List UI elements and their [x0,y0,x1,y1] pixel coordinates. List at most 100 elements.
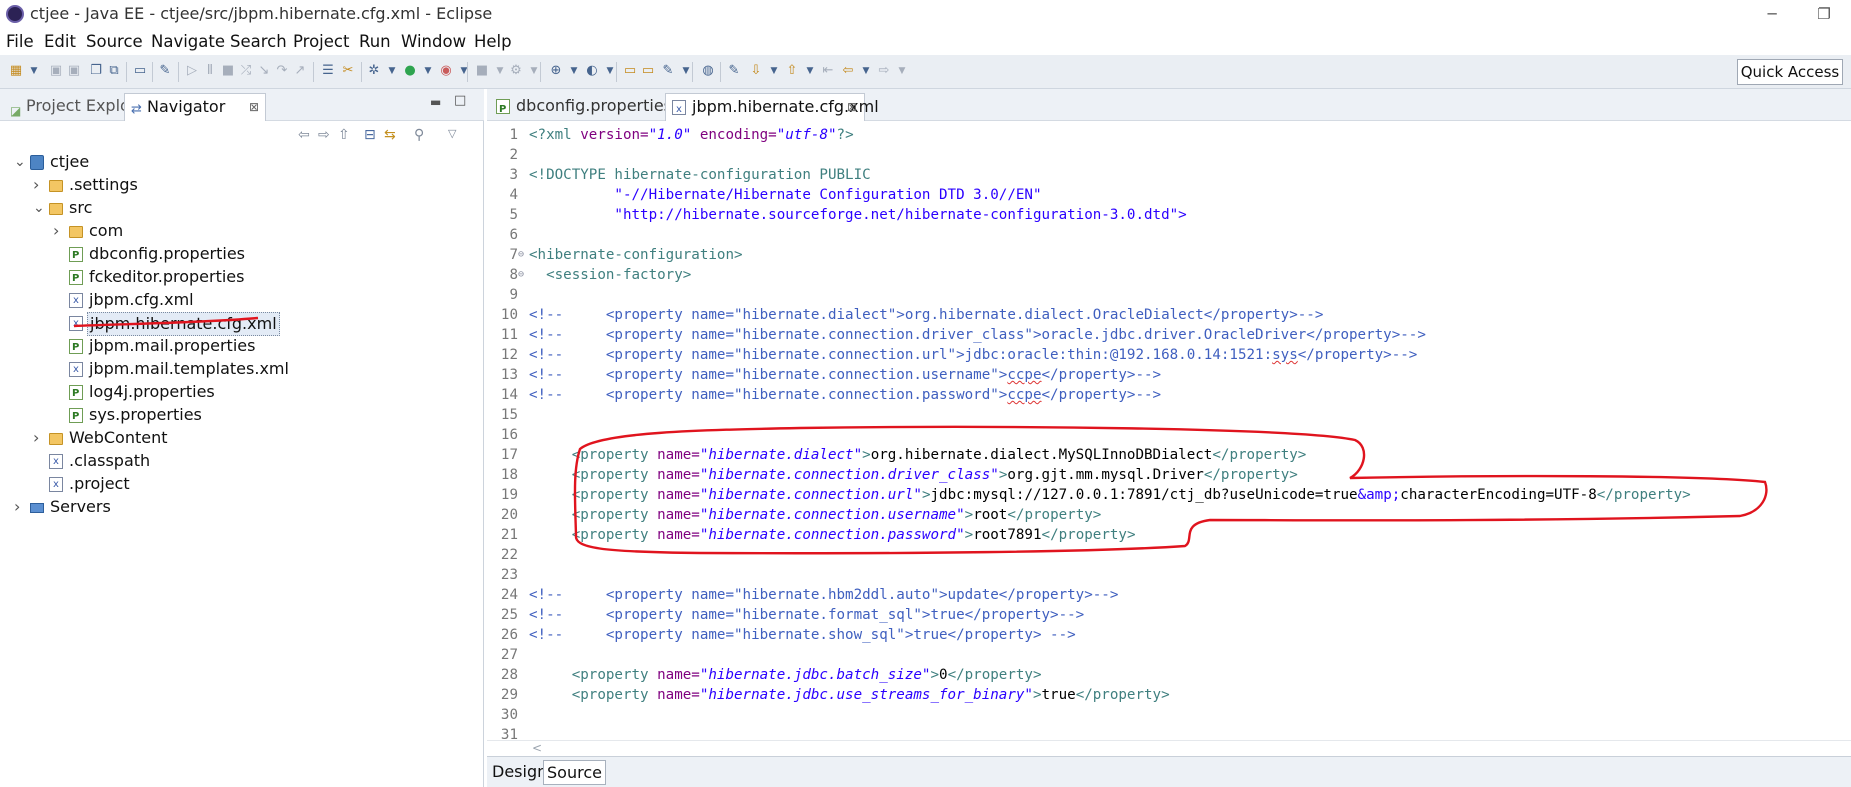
menu-run[interactable]: Run [359,32,391,51]
profile-icon[interactable]: ⚙ [508,63,524,79]
tab-source[interactable]: Source [543,760,606,785]
step-over-icon[interactable]: ↷ [274,63,290,79]
chevron-down-icon[interactable]: ⌄ [14,151,26,173]
link-with-editor-icon[interactable]: ⇆ [384,127,396,143]
code-line[interactable]: 6 [487,225,1851,245]
code-line[interactable]: 18 <property name="hibernate.connection.… [487,465,1851,485]
run-icon[interactable]: ● [402,63,418,79]
code-line[interactable]: 1 <?xml version="1.0" encoding="utf-8"?> [487,125,1851,145]
minimize-icon[interactable]: ─ [1760,2,1784,26]
code-line[interactable]: 13 <!-- <property name="hibernate.connect… [487,365,1851,385]
code-line[interactable]: 26 <!-- <property name="hibernate.show_sq… [487,625,1851,645]
chevron-down-icon[interactable]: ▼ [420,63,436,79]
back-icon[interactable]: ⇦ [298,127,310,143]
code-line[interactable]: 17 <property name="hibernate.dialect">or… [487,445,1851,465]
tab-design[interactable]: Design [489,760,550,785]
close-icon[interactable]: ⊠ [847,94,857,120]
tab-dbconfig-properties[interactable]: dbconfig.properties [490,93,672,123]
chevron-down-icon[interactable]: ▼ [766,63,782,79]
filter-icon[interactable]: ⚲ [414,127,424,143]
last-edit-icon[interactable]: ⇤ [820,63,836,79]
maximize-view-icon[interactable]: □ [454,93,466,108]
suspend-icon[interactable]: Ⅱ [202,63,218,79]
close-icon[interactable]: ⊠ [249,94,259,120]
code-line[interactable]: 5 "http://hibernate.sourceforge.net/hibe… [487,205,1851,225]
stop-server-icon[interactable]: ■ [474,63,490,79]
toggle-ant-icon[interactable]: ✎ [157,63,173,79]
previous-annotation-icon[interactable]: ⇧ [784,63,800,79]
open-archive-icon[interactable]: ▭ [640,63,656,79]
publish-icon[interactable]: ⧉ [106,63,122,79]
code-line[interactable]: 23 [487,565,1851,585]
chevron-right-icon[interactable]: › [33,427,45,449]
chevron-down-icon[interactable]: ▼ [802,63,818,79]
disconnect-icon[interactable]: ⤮ [238,63,254,79]
code-line[interactable]: 3 <!DOCTYPE hibernate-configuration PUBLI… [487,165,1851,185]
console-icon[interactable]: ▭ [132,63,148,79]
forward-icon[interactable]: ⇨ [318,127,330,143]
horizontal-scrollbar[interactable]: < [487,740,1851,756]
new-java-class-icon[interactable]: ◐ [584,63,600,79]
quick-access-field[interactable]: Quick Access [1737,59,1843,85]
code-line[interactable]: 9 [487,285,1851,305]
fold-toggle-icon[interactable]: ⊖ [518,265,524,285]
code-line[interactable]: 31 [487,725,1851,740]
menu-file[interactable]: File [6,32,34,51]
search-icon[interactable]: ✎ [660,63,676,79]
fold-toggle-icon[interactable]: ⊖ [518,245,524,265]
chevron-down-icon[interactable]: ▼ [858,63,874,79]
chevron-right-icon[interactable]: › [53,220,65,242]
code-line[interactable]: 14 <!-- <property name="hibernate.connect… [487,385,1851,405]
next-annotation-icon[interactable]: ⇩ [748,63,764,79]
chevron-down-icon[interactable]: ▼ [456,63,472,79]
code-line[interactable]: 22 [487,545,1851,565]
chevron-right-icon[interactable]: › [33,174,45,196]
tab-jbpm-hibernate-cfg-xml[interactable]: jbpm.hibernate.cfg.xml ⊠ [665,93,879,123]
collapse-all-icon[interactable]: ⊟ [364,127,376,143]
open-task-icon[interactable]: ✂ [340,63,356,79]
code-line[interactable]: 28 <property name="hibernate.jdbc.batch_… [487,665,1851,685]
step-return-icon[interactable]: ↗ [292,63,308,79]
code-line[interactable]: 11 <!-- <property name="hibernate.connect… [487,325,1851,345]
terminate-icon[interactable]: ■ [220,63,236,79]
skip-breakpoints-icon[interactable]: ▷ [184,63,200,79]
step-into-icon[interactable]: ↘ [256,63,272,79]
minimize-view-icon[interactable]: ▬ [430,95,441,109]
code-line[interactable]: 7 ⊖ <hibernate-configuration> [487,245,1851,265]
up-icon[interactable]: ⇧ [338,127,350,143]
back-icon[interactable]: ⇦ [840,63,856,79]
code-line[interactable]: 4 "-//Hibernate/Hibernate Configuration … [487,185,1851,205]
code-line[interactable]: 30 [487,705,1851,725]
code-line[interactable]: 25 <!-- <property name="hibernate.format_… [487,605,1851,625]
save-icon[interactable]: ▣ [48,63,64,79]
code-line[interactable]: 24 <!-- <property name="hibernate.hbm2ddl… [487,585,1851,605]
menu-search[interactable]: Search [230,32,287,51]
open-type-icon[interactable]: ☰ [320,63,336,79]
source-editor[interactable]: 1 <?xml version="1.0" encoding="utf-8"?> 2… [487,125,1851,740]
chevron-down-icon[interactable]: ▼ [384,63,400,79]
chevron-right-icon[interactable]: › [14,496,26,518]
forward-icon[interactable]: ⇨ [876,63,892,79]
code-line[interactable]: 2 [487,145,1851,165]
chevron-down-icon[interactable]: ⌄ [33,197,45,219]
code-line[interactable]: 27 [487,645,1851,665]
code-line[interactable]: 15 [487,405,1851,425]
menu-window[interactable]: Window [401,32,466,51]
code-line[interactable]: 10 <!-- <property name="hibernate.dialect… [487,305,1851,325]
new-server-icon[interactable]: ⊕ [548,63,564,79]
code-line[interactable]: 16 [487,425,1851,445]
copy-icon[interactable]: ❐ [88,63,104,79]
debug-icon[interactable]: ✲ [366,63,382,79]
code-line[interactable]: 21 <property name="hibernate.connection.… [487,525,1851,545]
annotation-icon[interactable]: ✎ [726,63,742,79]
restore-icon[interactable]: ❐ [1812,2,1836,26]
menu-help[interactable]: Help [474,32,512,51]
scroll-left-icon[interactable]: < [532,741,542,755]
chevron-down-icon[interactable]: ▼ [26,63,42,79]
code-line[interactable]: 20 <property name="hibernate.connection.… [487,505,1851,525]
view-menu-icon[interactable]: ▽ [448,127,456,140]
save-all-icon[interactable]: ▣ [66,63,82,79]
code-line[interactable]: 12 <!-- <property name="hibernate.connect… [487,345,1851,365]
run-external-icon[interactable]: ◉ [438,63,454,79]
web-browser-icon[interactable]: ◍ [700,63,716,79]
